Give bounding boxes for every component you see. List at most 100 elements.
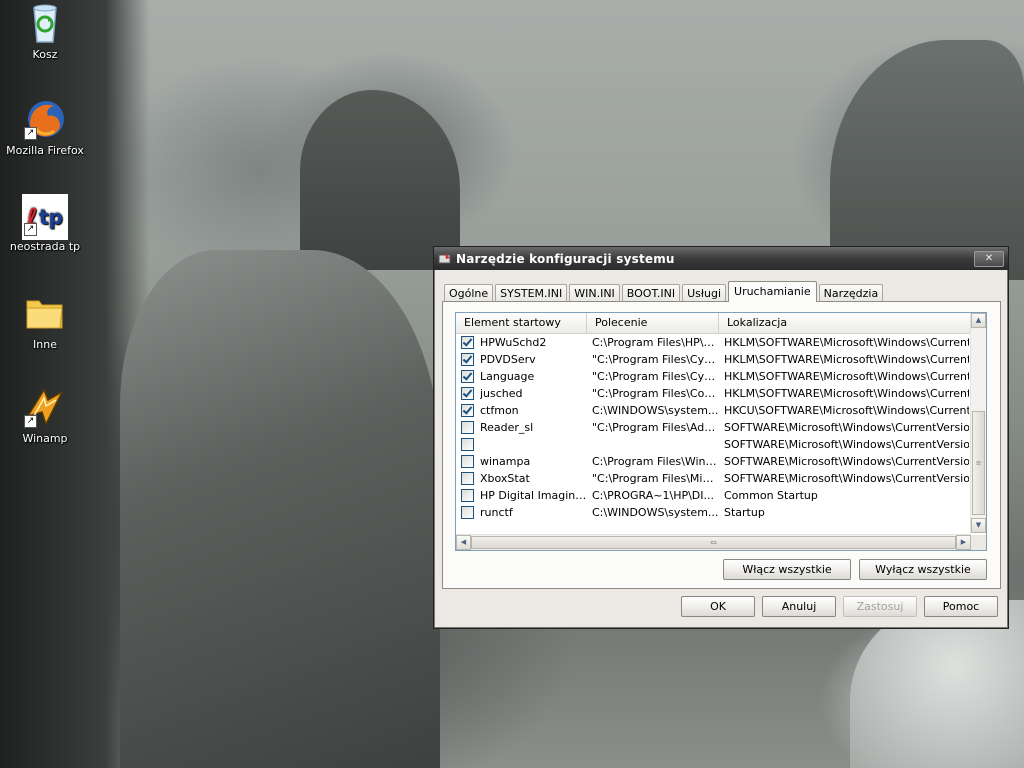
startup-item-row[interactable]: HP Digital Imaging ... C:\PROGRA~1\HP\DI.…: [456, 487, 986, 504]
tab-boot-ini[interactable]: BOOT.INI: [621, 284, 681, 302]
startup-item-location: HKLM\SOFTWARE\Microsoft\Windows\CurrentV…: [724, 336, 969, 349]
startup-item-command: C:\WINDOWS\system...: [592, 404, 719, 417]
tab-system-ini[interactable]: SYSTEM.INI: [495, 284, 568, 302]
startup-item-row[interactable]: runctf C:\WINDOWS\system... Startup: [456, 504, 986, 521]
startup-item-command: "C:\Program Files\Ado...: [592, 421, 719, 434]
list-header: Element startowy Polecenie Lokalizacja: [456, 313, 986, 334]
startup-item-row[interactable]: jusched "C:\Program Files\Com... HKLM\SOFT…: [456, 385, 986, 402]
startup-item-checkbox[interactable]: [461, 387, 474, 400]
startup-item-cell: jusched: [456, 385, 587, 402]
desktop-icon-recycle-bin[interactable]: Kosz: [0, 2, 90, 61]
startup-item-name: HPWuSchd2: [480, 336, 547, 349]
startup-item-row[interactable]: HPWuSchd2 C:\Program Files\HP\H... HKLM\SO…: [456, 334, 986, 351]
shortcut-arrow-icon: ↗: [24, 127, 37, 140]
apply-button[interactable]: Zastosuj: [843, 596, 917, 617]
system-configuration-window: Narzędzie konfiguracji systemu ✕ Ogólne …: [433, 246, 1009, 629]
enable-all-button[interactable]: Włącz wszystkie: [723, 559, 851, 580]
startup-item-cell: winampa: [456, 453, 587, 470]
startup-item-cell: XboxStat: [456, 470, 587, 487]
desktop-icon-label: Winamp: [22, 432, 68, 445]
startup-item-row[interactable]: Reader_sl "C:\Program Files\Ado... SOFTWAR…: [456, 419, 986, 436]
startup-item-checkbox[interactable]: [461, 472, 474, 485]
scroll-down-button[interactable]: ▼: [971, 518, 986, 533]
startup-item-command: "C:\Program Files\Cyb...: [592, 370, 719, 383]
startup-item-name: Reader_sl: [480, 421, 534, 434]
startup-item-command: [587, 436, 719, 453]
startup-item-row[interactable]: winampa C:\Program Files\Wina... SOFTWARE\…: [456, 453, 986, 470]
title-bar[interactable]: Narzędzie konfiguracji systemu ✕: [434, 247, 1008, 270]
cancel-button[interactable]: Anuluj: [762, 596, 836, 617]
tab-startup[interactable]: Uruchamianie: [728, 281, 817, 302]
neostrada-icon: ℓ tp ↗: [22, 194, 68, 240]
disable-all-button[interactable]: Wyłącz wszystkie: [859, 559, 987, 580]
scroll-right-button[interactable]: ▶: [956, 535, 971, 550]
startup-item-command: C:\Program Files\Wina...: [592, 455, 719, 468]
scroll-left-button[interactable]: ◀: [456, 535, 471, 550]
firefox-icon: ↗: [24, 98, 66, 140]
column-header-startup-item[interactable]: Element startowy: [456, 313, 587, 333]
list-body: HPWuSchd2 C:\Program Files\HP\H... HKLM\SO…: [456, 334, 986, 521]
winamp-icon: ↗: [24, 386, 66, 428]
vertical-scrollbar[interactable]: ▲ ≡ ▼: [970, 313, 986, 533]
startup-item-location: HKLM\SOFTWARE\Microsoft\Windows\CurrentV…: [724, 370, 969, 383]
startup-item-cell: Language: [456, 368, 587, 385]
startup-item-location: SOFTWARE\Microsoft\Windows\CurrentVersio…: [724, 421, 969, 434]
startup-item-checkbox[interactable]: [461, 421, 474, 434]
desktop-icon-folder[interactable]: Inne: [0, 292, 90, 351]
help-button[interactable]: Pomoc: [924, 596, 998, 617]
scroll-up-button[interactable]: ▲: [971, 313, 986, 328]
startup-item-name: jusched: [480, 387, 523, 400]
desktop-icon-neostrada[interactable]: ℓ tp ↗ neostrada tp: [0, 194, 90, 253]
column-header-command[interactable]: Polecenie: [587, 313, 719, 333]
startup-item-row[interactable]: SOFTWARE\Microsoft\Windows\CurrentVersio…: [456, 436, 986, 453]
vertical-scroll-thumb[interactable]: ≡: [972, 411, 985, 515]
tab-general[interactable]: Ogólne: [444, 284, 494, 302]
startup-item-checkbox[interactable]: [461, 404, 474, 417]
recycle-bin-icon: [24, 2, 66, 44]
window-title: Narzędzie konfiguracji systemu: [456, 251, 675, 266]
startup-item-location: SOFTWARE\Microsoft\Windows\CurrentVersio…: [724, 438, 969, 451]
horizontal-scrollbar[interactable]: ◀ ⇔ ▶: [456, 534, 971, 550]
startup-item-row[interactable]: PDVDServ "C:\Program Files\Cyb... HKLM\SOF…: [456, 351, 986, 368]
startup-item-location: Common Startup: [724, 489, 818, 502]
column-header-location[interactable]: Lokalizacja: [719, 313, 969, 333]
startup-item-checkbox[interactable]: [461, 353, 474, 366]
startup-item-checkbox[interactable]: [461, 438, 474, 451]
startup-item-cell: ctfmon: [456, 402, 587, 419]
tab-services[interactable]: Usługi: [682, 284, 727, 302]
horizontal-scroll-thumb[interactable]: ⇔: [471, 536, 956, 549]
scrollbar-corner: [971, 535, 986, 550]
tab-tools[interactable]: Narzędzia: [818, 284, 884, 302]
startup-item-command: C:\PROGRA~1\HP\DI...: [592, 489, 715, 502]
ok-button[interactable]: OK: [681, 596, 755, 617]
startup-item-name: XboxStat: [480, 472, 530, 485]
startup-item-row[interactable]: XboxStat "C:\Program Files\Micr... SOFTWAR…: [456, 470, 986, 487]
wallpaper-boulders: [120, 250, 440, 768]
desktop-icon-firefox[interactable]: ↗ Mozilla Firefox: [0, 98, 90, 157]
startup-item-name: ctfmon: [480, 404, 519, 417]
shortcut-arrow-icon: ↗: [24, 223, 37, 236]
tab-win-ini[interactable]: WIN.INI: [569, 284, 620, 302]
startup-item-location: Startup: [724, 506, 765, 519]
svg-text:tp: tp: [39, 205, 63, 229]
startup-item-checkbox[interactable]: [461, 489, 474, 502]
startup-items-list: Element startowy Polecenie Lokalizacja H…: [455, 312, 987, 551]
desktop-icon-winamp[interactable]: ↗ Winamp: [0, 386, 90, 445]
startup-item-location: SOFTWARE\Microsoft\Windows\CurrentVersio…: [724, 472, 969, 485]
startup-item-command: "C:\Program Files\Com...: [592, 387, 719, 400]
startup-item-checkbox[interactable]: [461, 506, 474, 519]
startup-item-checkbox[interactable]: [461, 370, 474, 383]
startup-item-name: winampa: [480, 455, 531, 468]
startup-item-checkbox[interactable]: [461, 455, 474, 468]
wallpaper-peak: [300, 90, 460, 270]
startup-item-cell: runctf: [456, 504, 587, 521]
startup-item-cell: Reader_sl: [456, 419, 587, 436]
close-button[interactable]: ✕: [974, 250, 1004, 267]
startup-item-command: C:\Program Files\HP\H...: [592, 336, 719, 349]
startup-item-row[interactable]: ctfmon C:\WINDOWS\system... HKCU\SOFTWARE\…: [456, 402, 986, 419]
startup-item-location: SOFTWARE\Microsoft\Windows\CurrentVersio…: [724, 455, 969, 468]
desktop-icon-label: Inne: [33, 338, 57, 351]
startup-item-row[interactable]: Language "C:\Program Files\Cyb... HKLM\SOF…: [456, 368, 986, 385]
startup-item-name: HP Digital Imaging ...: [480, 489, 587, 502]
startup-item-checkbox[interactable]: [461, 336, 474, 349]
